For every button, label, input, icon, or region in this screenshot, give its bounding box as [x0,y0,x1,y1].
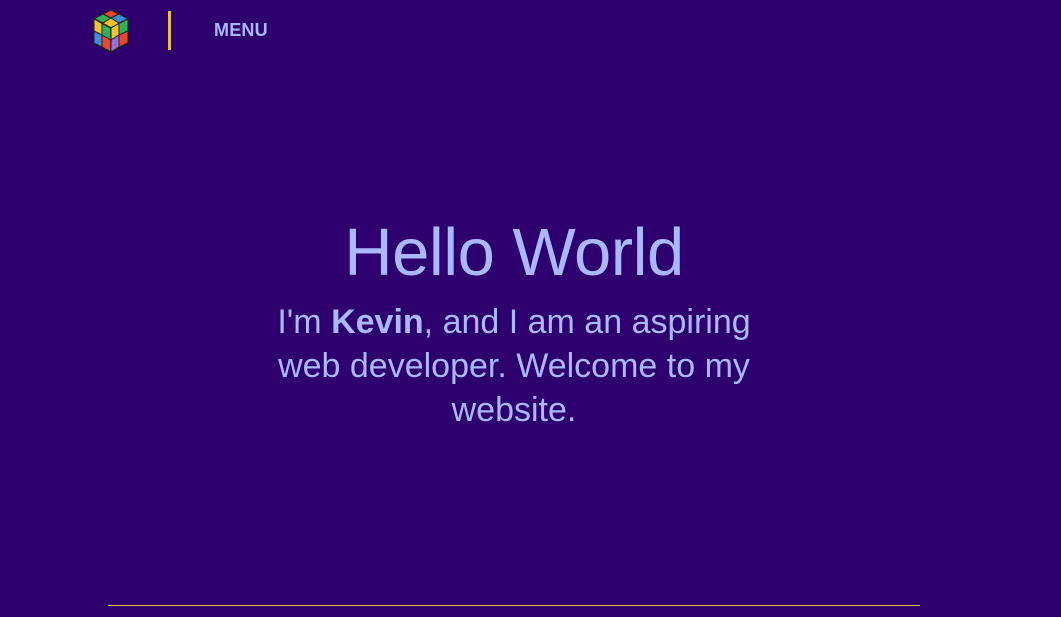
section-divider [108,605,920,606]
menu-button[interactable]: MENU [214,18,268,42]
page: MENU Hello World I'm Kevin, and I am an … [0,0,1061,617]
intro-prefix: I'm [277,303,332,341]
site-header: MENU [0,0,1061,62]
hero-intro: I'm Kevin, and I am an aspiring web deve… [254,300,774,432]
author-name: Kevin [331,303,424,341]
hero-section: Hello World I'm Kevin, and I am an aspir… [0,208,1028,432]
cube-logo-icon[interactable] [91,8,131,54]
header-divider [168,11,171,50]
hero-title: Hello World [344,215,684,290]
